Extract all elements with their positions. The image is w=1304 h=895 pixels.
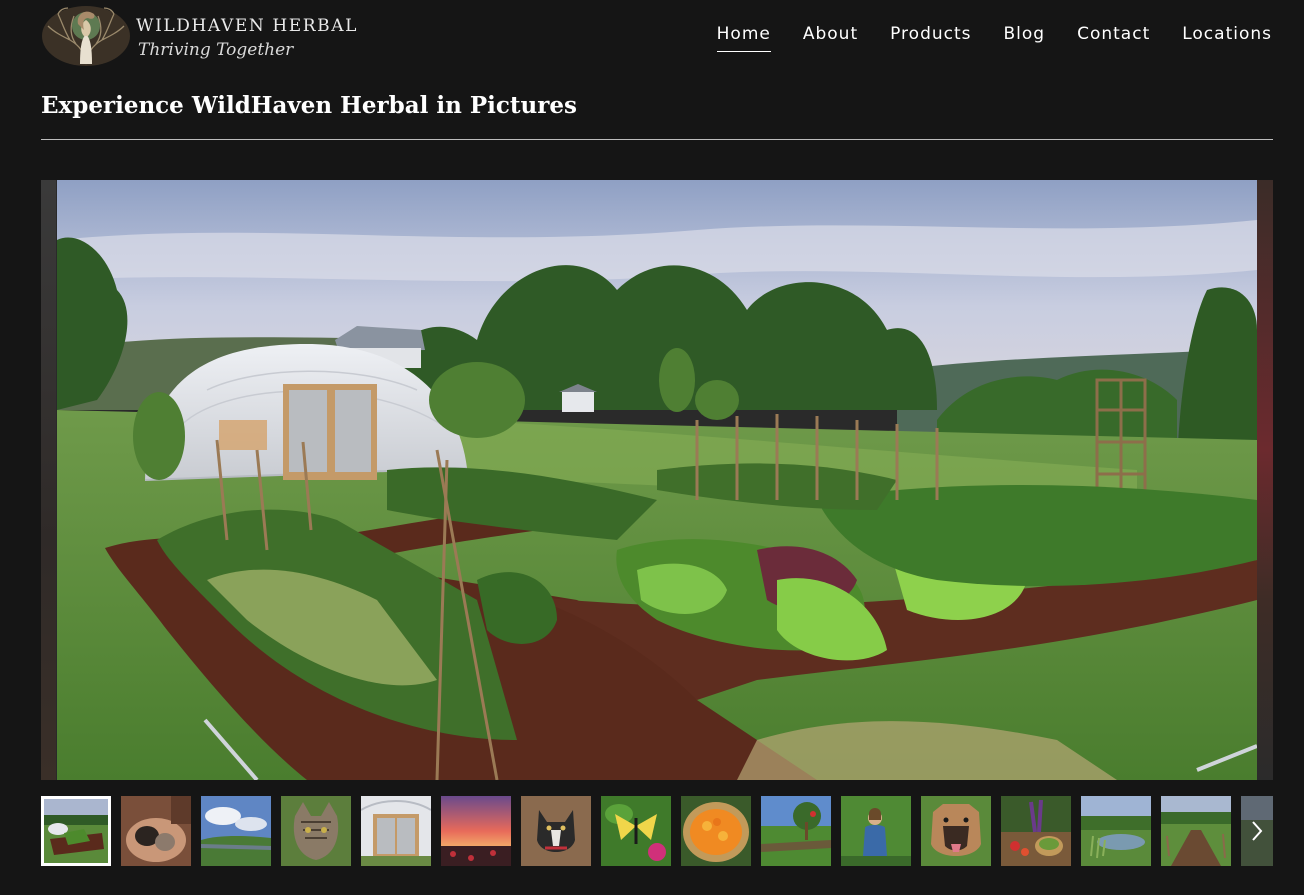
thumbnail-sunset-field[interactable] xyxy=(441,796,511,866)
brand-name: WILDHAVEN HERBAL xyxy=(136,16,359,36)
thumbnail-calendula-basket[interactable] xyxy=(681,796,751,866)
title-divider xyxy=(41,139,1273,140)
thumbnail-chicks-in-hands[interactable] xyxy=(121,796,191,866)
thumbnail-mastiff-dog[interactable] xyxy=(921,796,991,866)
next-slide-peek[interactable] xyxy=(1257,180,1273,780)
thumbnail-garden-beds[interactable] xyxy=(41,796,111,866)
chevron-right-icon xyxy=(1252,821,1263,841)
brand-tagline: Thriving Together xyxy=(138,40,294,60)
brand-logo[interactable]: WILDHAVEN HERBAL Thriving Together xyxy=(40,2,360,68)
thumbnail-next-button[interactable] xyxy=(1241,796,1273,866)
thumbnail-garden-path[interactable] xyxy=(1161,796,1231,866)
page-title: Experience WildHaven Herbal in Pictures xyxy=(41,92,577,119)
nav-blog[interactable]: Blog xyxy=(988,24,1062,52)
thumbnail-pond-meadow[interactable] xyxy=(1081,796,1151,866)
thumbnail-small-dog[interactable] xyxy=(521,796,591,866)
thumbnail-strip xyxy=(41,796,1273,866)
nav-locations[interactable]: Locations xyxy=(1166,24,1272,52)
gallery-stage[interactable] xyxy=(41,180,1273,780)
nav-home[interactable]: Home xyxy=(701,24,787,52)
thumbnail-harvest-table[interactable] xyxy=(1001,796,1071,866)
thumbnail-tabby-cat[interactable] xyxy=(281,796,351,866)
nav-products[interactable]: Products xyxy=(874,24,987,52)
thumbnail-greenhouse-doors[interactable] xyxy=(361,796,431,866)
garden-greenhouse-photo xyxy=(57,180,1257,780)
tree-woman-logo-icon xyxy=(42,6,130,66)
thumbnail-hilltop-sky[interactable] xyxy=(201,796,271,866)
nav-about[interactable]: About xyxy=(787,24,874,52)
thumbnail-swallowtail-butterfly[interactable] xyxy=(601,796,671,866)
thumbnail-orchard-row[interactable] xyxy=(761,796,831,866)
prev-slide-peek[interactable] xyxy=(41,180,56,780)
main-nav: Home About Products Blog Contact Locatio… xyxy=(701,24,1272,52)
nav-contact[interactable]: Contact xyxy=(1061,24,1166,52)
thumbnail-woman-in-garden[interactable] xyxy=(841,796,911,866)
